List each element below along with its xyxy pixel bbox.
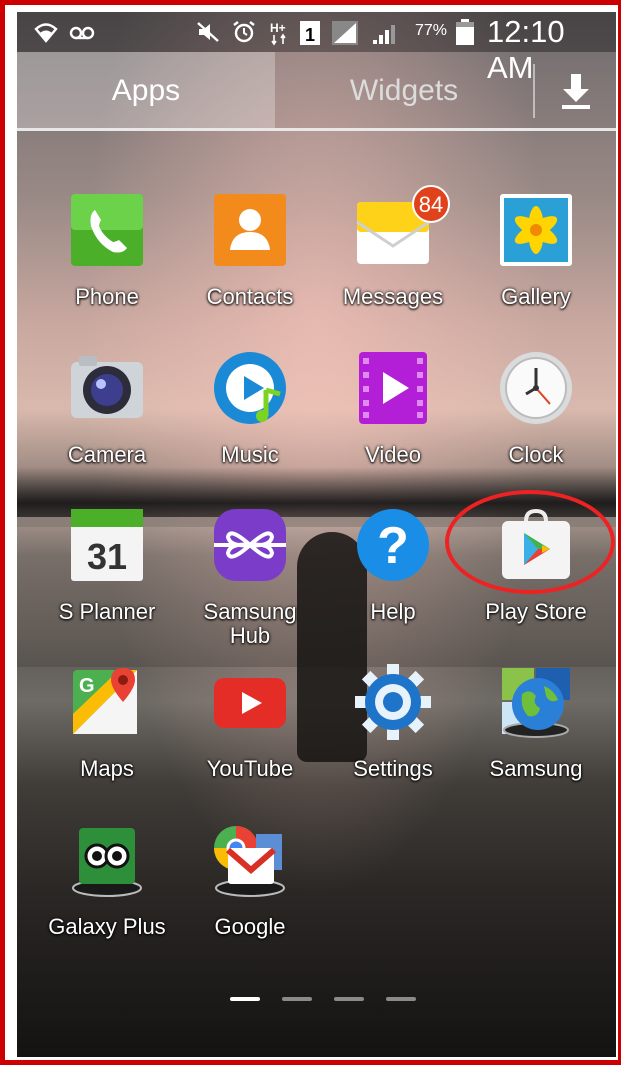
svg-text:?: ? bbox=[377, 517, 409, 575]
app-label: Camera bbox=[67, 442, 147, 467]
app-label: YouTube bbox=[206, 756, 294, 781]
google-folder-icon bbox=[214, 826, 285, 897]
battery-icon bbox=[456, 19, 474, 45]
app-galaxy-plus[interactable]: Galaxy Plus bbox=[37, 822, 177, 939]
app-settings[interactable]: Settings bbox=[323, 664, 463, 781]
app-label: Play Store bbox=[485, 599, 587, 624]
help-icon: ? bbox=[357, 509, 429, 581]
app-messages[interactable]: 84 Messages bbox=[323, 185, 463, 309]
app-label: Music bbox=[221, 442, 279, 467]
tab-apps-label: Apps bbox=[111, 74, 181, 107]
app-clock[interactable]: Clock bbox=[466, 350, 606, 467]
app-maps[interactable]: G Maps bbox=[37, 664, 177, 781]
app-label: Gallery bbox=[501, 284, 571, 309]
page-dot-1[interactable] bbox=[230, 997, 260, 1001]
app-help[interactable]: ? Help bbox=[323, 507, 463, 624]
app-label: Settings bbox=[353, 756, 433, 781]
samsung-globe-icon bbox=[502, 668, 570, 738]
gallery-icon bbox=[500, 194, 572, 266]
phone-icon bbox=[71, 194, 143, 266]
messages-badge-count: 84 bbox=[418, 192, 444, 217]
page-dot-2[interactable] bbox=[282, 997, 312, 1001]
signal-icon bbox=[332, 21, 358, 45]
battery-percent: 77% bbox=[415, 22, 448, 39]
app-label: Galaxy Plus bbox=[48, 914, 166, 939]
settings-icon bbox=[355, 664, 431, 740]
camera-icon bbox=[71, 356, 143, 418]
download-button[interactable] bbox=[535, 52, 616, 130]
alarm-icon bbox=[233, 21, 255, 43]
app-label: Messages bbox=[342, 284, 444, 309]
app-contacts[interactable]: Contacts bbox=[180, 192, 320, 309]
drawer-tabbar: Apps Widgets bbox=[17, 52, 616, 131]
voicemail-icon bbox=[69, 26, 95, 40]
app-youtube[interactable]: YouTube bbox=[180, 664, 320, 781]
clock-icon bbox=[500, 352, 572, 424]
app-label: Video bbox=[365, 442, 421, 467]
app-drawer-screen: H+ 1 77% 12:10 AM Apps Widgets Phone Con… bbox=[17, 12, 616, 1057]
video-icon bbox=[359, 352, 427, 424]
highlight-annotation bbox=[445, 490, 615, 594]
app-label: Samsung Hub bbox=[203, 599, 297, 648]
app-phone[interactable]: Phone bbox=[37, 192, 177, 309]
tab-widgets[interactable]: Widgets bbox=[275, 52, 533, 130]
svg-text:G: G bbox=[79, 675, 95, 697]
signal-bars-icon bbox=[373, 25, 395, 44]
app-label: Help bbox=[370, 599, 416, 624]
music-icon bbox=[214, 352, 286, 424]
calendar-date: 31 bbox=[87, 536, 127, 577]
samsung-hub-icon bbox=[214, 509, 286, 581]
download-icon bbox=[561, 74, 590, 109]
app-label: S Planner bbox=[58, 599, 156, 624]
app-google[interactable]: Google bbox=[180, 822, 320, 939]
hplus-data-icon: H+ bbox=[270, 21, 286, 46]
contacts-icon bbox=[214, 194, 286, 266]
app-video[interactable]: Video bbox=[323, 350, 463, 467]
youtube-icon bbox=[214, 678, 286, 728]
app-gallery[interactable]: Gallery bbox=[466, 192, 606, 309]
page-dot-3[interactable] bbox=[334, 997, 364, 1001]
svg-text:H+: H+ bbox=[270, 21, 286, 35]
maps-icon: G bbox=[73, 668, 137, 734]
app-label: Google bbox=[214, 914, 286, 939]
app-label: Clock bbox=[508, 442, 564, 467]
mute-icon bbox=[197, 22, 219, 42]
sim-icon: 1 bbox=[300, 21, 320, 45]
app-s-planner[interactable]: 31 S Planner bbox=[37, 507, 177, 624]
tripadvisor-icon bbox=[72, 828, 142, 897]
app-label: Samsung bbox=[489, 756, 583, 781]
app-samsung[interactable]: Samsung bbox=[466, 664, 606, 781]
app-label: Phone bbox=[75, 284, 139, 309]
app-label: Contacts bbox=[206, 284, 294, 309]
app-samsung-hub[interactable]: Samsung Hub bbox=[180, 507, 320, 648]
app-music[interactable]: Music bbox=[180, 350, 320, 467]
tab-widgets-label: Widgets bbox=[349, 74, 459, 107]
app-label: Maps bbox=[80, 756, 134, 781]
wifi-icon bbox=[34, 23, 58, 43]
calendar-icon: 31 bbox=[71, 509, 143, 581]
tab-apps[interactable]: Apps bbox=[17, 52, 275, 130]
tab-underline bbox=[17, 128, 616, 131]
app-camera[interactable]: Camera bbox=[37, 350, 177, 467]
page-dot-4[interactable] bbox=[386, 997, 416, 1001]
svg-text:1: 1 bbox=[305, 25, 315, 45]
status-bar: H+ 1 77% 12:10 AM bbox=[17, 12, 616, 85]
